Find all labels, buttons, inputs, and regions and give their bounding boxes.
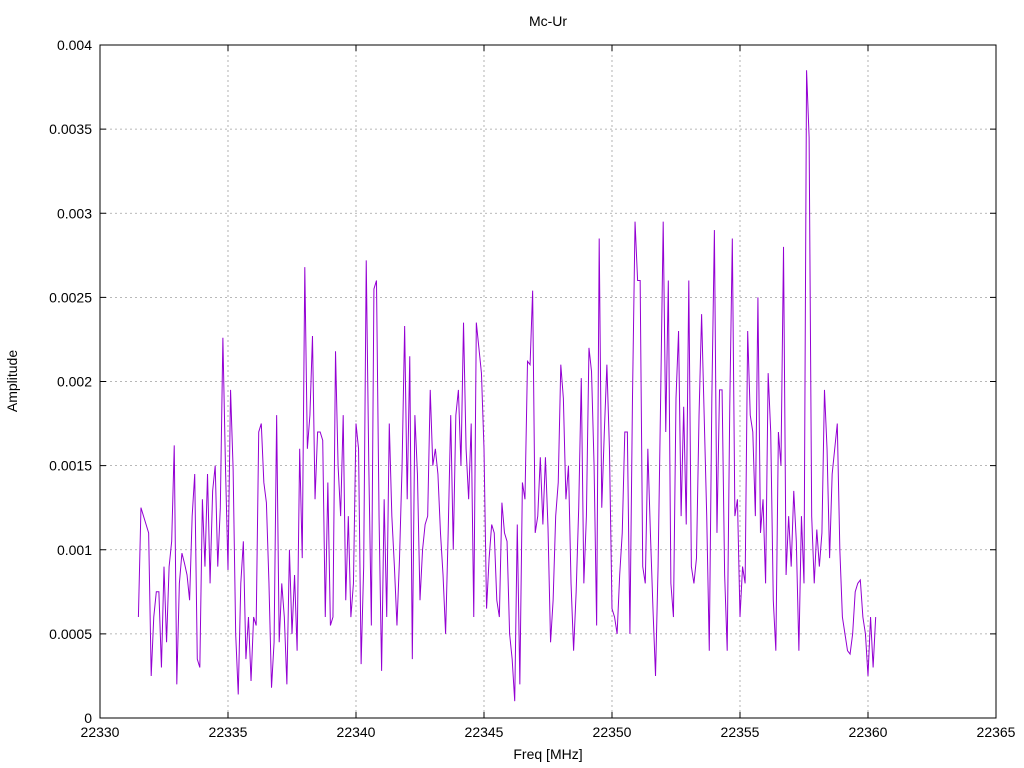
y-tick-label: 0.0035	[49, 121, 92, 137]
x-tick-label: 22350	[593, 724, 632, 740]
y-tick-label: 0	[84, 710, 92, 726]
x-axis-label: Freq [MHz]	[513, 746, 582, 762]
x-tick-label: 22345	[465, 724, 504, 740]
y-tick-label: 0.0005	[49, 626, 92, 642]
y-axis-label: Amplitude	[4, 350, 20, 412]
x-tick-label: 22360	[849, 724, 888, 740]
x-tick-label: 22365	[977, 724, 1016, 740]
y-tick-label: 0.0025	[49, 289, 92, 305]
chart-title: Mc-Ur	[529, 13, 567, 29]
amplitude-frequency-chart: 22330 22335 22340 22345 22350 22355 22360 22365…	[0, 0, 1024, 768]
x-tick-label: 22355	[721, 724, 760, 740]
x-tick-label: 22340	[337, 724, 376, 740]
x-tick-label: 22335	[209, 724, 248, 740]
y-tick-label: 0.001	[57, 542, 92, 558]
y-tick-label: 0.002	[57, 374, 92, 390]
x-tick-label: 22330	[81, 724, 120, 740]
y-tick-label: 0.004	[57, 37, 92, 53]
y-tick-label: 0.0015	[49, 458, 92, 474]
y-tick-label: 0.003	[57, 205, 92, 221]
